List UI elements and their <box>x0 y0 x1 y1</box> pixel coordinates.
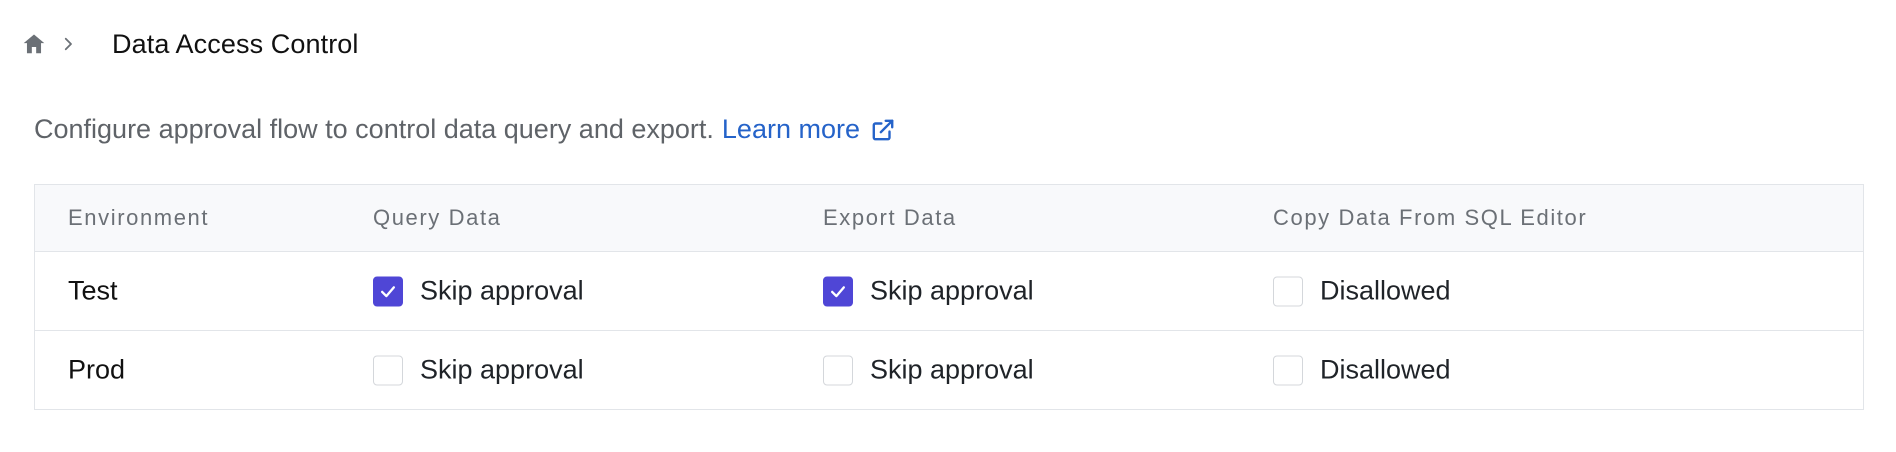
page: Data Access Control Configure approval f… <box>0 0 1896 452</box>
query-skip-approval-toggle[interactable]: Skip approval <box>373 276 584 307</box>
checkbox-label: Disallowed <box>1320 275 1451 306</box>
checkmark-icon <box>831 285 845 297</box>
header-environment: Environment <box>68 205 210 230</box>
copy-disallowed-toggle[interactable]: Disallowed <box>1273 276 1451 307</box>
export-skip-approval-toggle[interactable]: Skip approval <box>823 276 1034 307</box>
checkbox[interactable] <box>823 276 853 306</box>
checkbox-label: Skip approval <box>870 354 1034 385</box>
page-title: Data Access Control <box>112 28 359 59</box>
home-icon[interactable] <box>20 30 48 58</box>
checkbox-label: Skip approval <box>420 275 584 306</box>
checkbox[interactable] <box>373 355 403 385</box>
external-link-icon <box>870 117 896 143</box>
access-control-table: Environment Query Data Export Data Copy … <box>34 184 1864 410</box>
environment-name: Prod <box>68 354 126 385</box>
description-text: Configure approval flow to control data … <box>34 114 714 144</box>
breadcrumb: Data Access Control <box>20 26 359 62</box>
table-row: Test Skip approval Skip approval Disallo… <box>35 252 1863 331</box>
checkbox[interactable] <box>1273 355 1303 385</box>
export-skip-approval-toggle[interactable]: Skip approval <box>823 355 1034 386</box>
query-skip-approval-toggle[interactable]: Skip approval <box>373 355 584 386</box>
checkbox[interactable] <box>823 355 853 385</box>
header-copy-data: Copy Data From SQL Editor <box>1273 205 1588 230</box>
table-row: Prod Skip approval Skip approval Disallo… <box>35 331 1863 409</box>
learn-more-label: Learn more <box>721 114 860 144</box>
checkbox[interactable] <box>1273 276 1303 306</box>
chevron-right-icon <box>56 32 80 56</box>
learn-more-link[interactable]: Learn more <box>722 114 896 145</box>
header-query-data: Query Data <box>373 205 502 230</box>
environment-name: Test <box>68 275 118 306</box>
checkbox-label: Skip approval <box>420 354 584 385</box>
description: Configure approval flow to control data … <box>34 114 896 145</box>
table-header: Environment Query Data Export Data Copy … <box>35 185 1863 252</box>
copy-disallowed-toggle[interactable]: Disallowed <box>1273 355 1451 386</box>
checkbox[interactable] <box>373 276 403 306</box>
checkbox-label: Disallowed <box>1320 354 1451 385</box>
checkmark-icon <box>381 285 395 297</box>
checkbox-label: Skip approval <box>870 275 1034 306</box>
header-export-data: Export Data <box>823 205 957 230</box>
